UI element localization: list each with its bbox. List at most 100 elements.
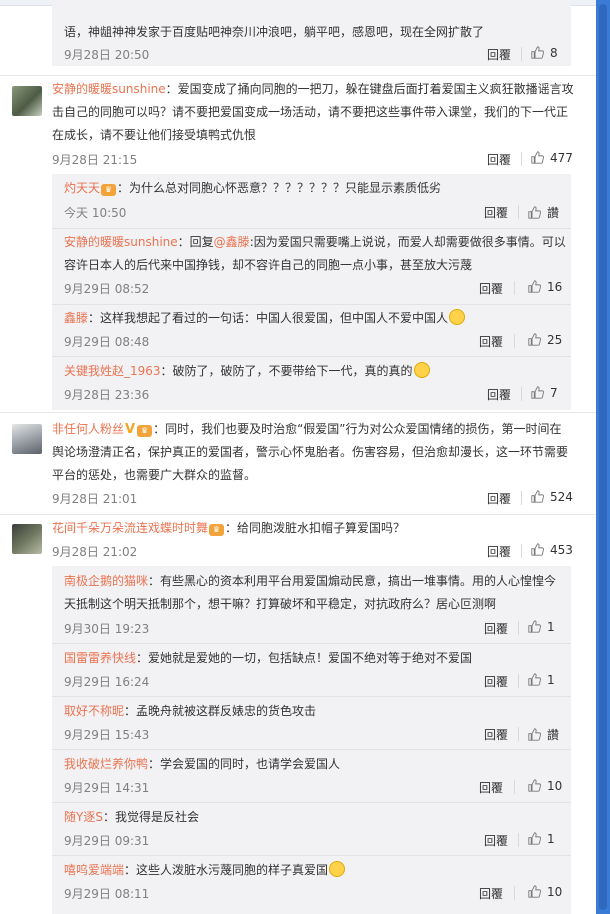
reply-username[interactable]: 灼天天 [64, 181, 100, 195]
reply-username[interactable]: 嘻呜爱端端 [64, 863, 124, 877]
action-separator [521, 491, 522, 505]
reply-divider [52, 356, 571, 357]
comment-list: 语，神龃神神发家于百度贴吧神奈川冲浪吧，躺平吧，感恩吧，现在全网扩散了 9月28… [0, 0, 596, 914]
comment-body: ：爱国变成了捅向同胞的一把刀，躲在键盘后面打着爱国主义疯狂散播谣言攻 [165, 82, 574, 96]
like-button[interactable]: 10 [528, 779, 562, 793]
reply-text: 关键我姓赵_1963：破防了，破防了，不要带给下一代，真的真的 [64, 360, 430, 383]
reply-button[interactable]: 回覆 [487, 151, 511, 168]
comment-text-line: 在成长，请不要让他们接受填鸭式仇恨 [52, 128, 257, 142]
comment-username[interactable]: 花间千朵万朵流连戏蝶时时舞 [52, 521, 208, 535]
comment-text-line: 击自己的同胞可以吗？请不要把爱国变成一场活动，请不要把这些事件带入课堂，我们的下… [52, 105, 569, 119]
comment-timestamp: 9月28日 21:15 [52, 153, 138, 167]
comment-text: 非任何人粉丝V ♛ ：同时，我们也要及时治愈“假爱国”行为对公众爱国情绪的损伤，第一… [52, 418, 562, 441]
reply-username[interactable]: 我收破烂养你鸭 [64, 757, 148, 771]
reply-timestamp: 9月29日 08:11 [64, 887, 150, 901]
reply-button[interactable]: 回覆 [479, 280, 503, 297]
scrollbar-thumb[interactable] [599, 4, 607, 910]
like-count: 25 [547, 333, 563, 347]
action-separator [518, 833, 519, 847]
reply-text: 嘻呜爱端端：这些人泼脏水污蔑同胞的样子真爱国 [64, 859, 346, 882]
reply-username[interactable]: 随Y逐S [64, 810, 103, 824]
reply-timestamp: 9月29日 08:48 [64, 335, 150, 349]
comment-timestamp: 9月28日 21:01 [52, 492, 138, 506]
thumbs-up-icon [528, 728, 541, 741]
like-count: 7 [550, 386, 558, 400]
thumbs-up-icon [531, 151, 544, 164]
crying-emoji-icon [413, 362, 430, 378]
reply-text: 灼天天 ♛ ：为什么总对同胞心怀恶意？？？？？？？只能显示素质低劣 [64, 177, 441, 200]
reply-timestamp: 9月29日 08:52 [64, 282, 150, 296]
comment-divider [0, 514, 596, 515]
reply-button[interactable]: 回覆 [479, 333, 503, 350]
avatar[interactable] [12, 424, 42, 454]
like-button[interactable]: 1 [528, 832, 555, 846]
action-separator [514, 281, 515, 295]
action-separator [521, 152, 522, 166]
comment-username[interactable]: 非任何人粉丝 [52, 422, 124, 436]
reply-divider [52, 304, 571, 305]
comment-text: 安静的暖暖sunshine：爱国变成了捅向同胞的一把刀，躲在键盘后面打着爱国主义… [52, 78, 574, 101]
reply-button[interactable]: 回覆 [487, 490, 511, 507]
like-count: 10 [547, 779, 563, 793]
like-button[interactable]: 1 [528, 673, 555, 687]
reply-text: 我收破烂养你鸭：学会爱国的同时，也请学会爱国人 [64, 753, 340, 776]
reply-button[interactable]: 回覆 [487, 386, 511, 403]
reply-username[interactable]: 取好不称昵 [64, 704, 124, 718]
reply-text: 取好不称昵：孟晚舟就被这群反婊忠的货色攻击 [64, 700, 316, 723]
thumbs-up-icon [528, 832, 541, 845]
vertical-scrollbar[interactable] [596, 0, 610, 914]
comment-text-line: 舆论场澄清正名，保护真正的爱国者，警示心怀鬼胎者。伤害容易，但治愈却漫长，这一环… [52, 445, 569, 459]
reply-button[interactable]: 回覆 [487, 46, 511, 63]
reply-button[interactable]: 回覆 [484, 832, 508, 849]
like-button[interactable]: 477 [531, 151, 573, 165]
action-separator [521, 544, 522, 558]
weibo-comments-page: 语，神龃神神发家于百度贴吧神奈川冲浪吧，躺平吧，感恩吧，现在全网扩散了 9月28… [0, 0, 610, 914]
action-separator [514, 334, 515, 348]
reply-divider [52, 749, 571, 750]
like-button[interactable]: 16 [528, 280, 562, 294]
reply-button[interactable]: 回覆 [484, 620, 508, 637]
reply-divider [52, 696, 571, 697]
reply-username[interactable]: 关键我姓赵_1963 [64, 364, 161, 378]
reply-button[interactable]: 回覆 [484, 204, 508, 221]
reply-text: 鑫滕：这样我想起了看过的一句话：中国人很爱国，但中国人不爱中国人 [64, 307, 466, 330]
like-button[interactable]: 讚 [528, 726, 559, 743]
like-button[interactable]: 25 [528, 333, 562, 347]
reply-button[interactable]: 回覆 [479, 779, 503, 796]
reply-body: ：这些人泼脏水污蔑同胞的样子真爱国 [124, 863, 329, 877]
like-button[interactable]: 8 [531, 46, 558, 60]
reply-timestamp: 9月29日 15:43 [64, 728, 150, 742]
like-button[interactable]: 讚 [528, 204, 559, 221]
action-separator [521, 387, 522, 401]
reply-button[interactable]: 回覆 [479, 885, 503, 902]
reply-username[interactable]: 安静的暖暖sunshine [64, 235, 178, 249]
reply-username[interactable]: 鑫滕 [64, 311, 88, 325]
like-button[interactable]: 7 [531, 386, 558, 400]
action-separator [514, 780, 515, 794]
like-count: 8 [550, 46, 558, 60]
embarrassed-emoji-icon [329, 861, 346, 877]
like-count: 1 [547, 620, 555, 634]
like-button[interactable]: 10 [528, 885, 562, 899]
avatar[interactable] [12, 524, 42, 554]
reply-button[interactable]: 回覆 [484, 726, 508, 743]
like-count: 讚 [547, 206, 560, 220]
reply-text: 随Y逐S：我觉得是反社会 [64, 806, 199, 829]
action-separator [518, 674, 519, 688]
reply-button[interactable]: 回覆 [487, 543, 511, 560]
reply-body: ：学会爱国的同时，也请学会爱国人 [148, 757, 341, 771]
thumbs-up-icon [531, 490, 544, 503]
like-count: 477 [550, 151, 573, 165]
avatar[interactable] [12, 86, 42, 116]
verified-v-icon: V [125, 422, 136, 437]
like-button[interactable]: 453 [531, 543, 573, 557]
comment-username[interactable]: 安静的暖暖sunshine [52, 82, 166, 96]
like-button[interactable]: 1 [528, 620, 555, 634]
thumbs-up-icon [528, 779, 541, 792]
reply-username[interactable]: 国雷雷养快线 [64, 651, 136, 665]
thumbs-up-icon [528, 620, 541, 633]
reply-username[interactable]: 南极企鹅的猫咪 [64, 574, 148, 588]
reply-button[interactable]: 回覆 [484, 673, 508, 690]
mention-link[interactable]: @鑫滕 [214, 235, 250, 249]
like-button[interactable]: 524 [531, 490, 573, 504]
